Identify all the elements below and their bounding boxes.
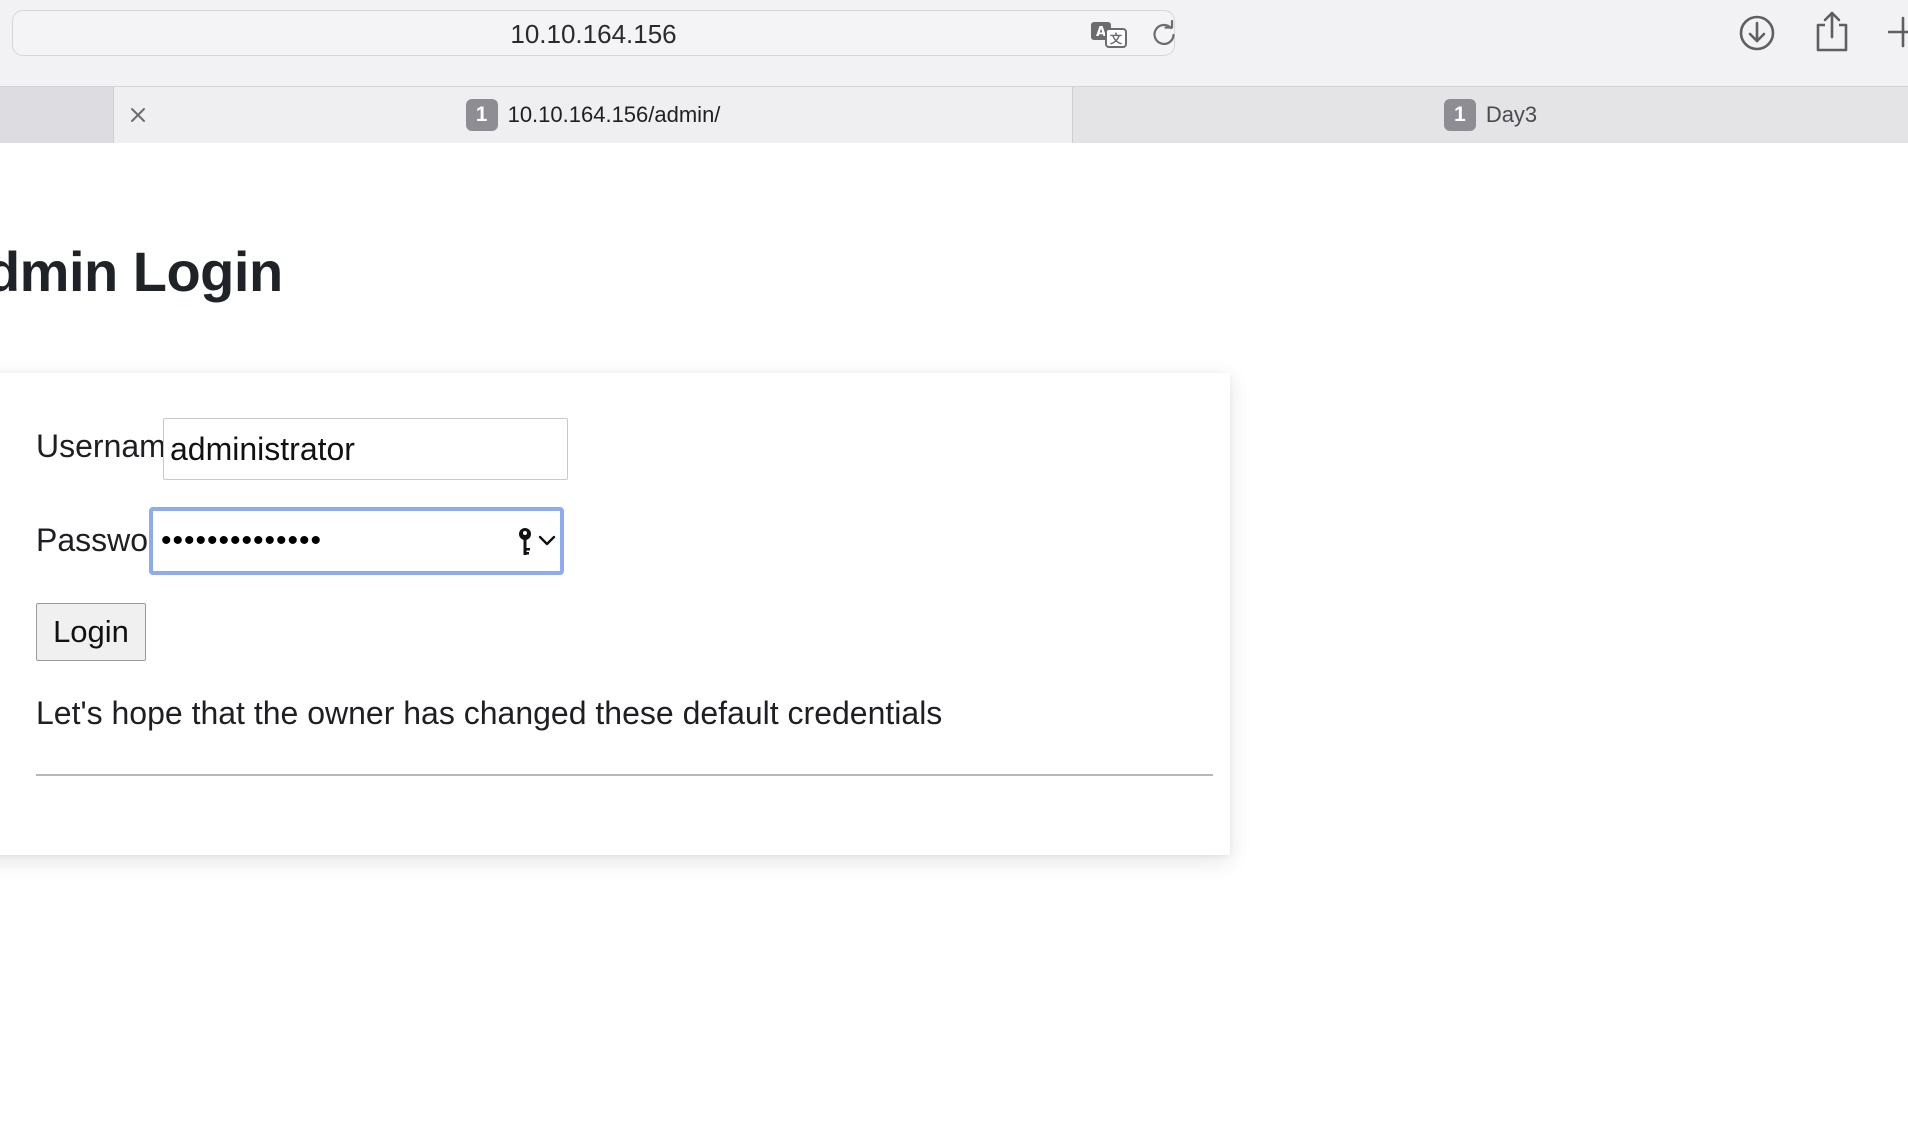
username-input[interactable] (163, 418, 568, 480)
password-mask: •••••••••••••• (161, 524, 323, 557)
tab-title: 10.10.164.156/admin/ (507, 102, 721, 127)
tab-admin[interactable]: 1 10.10.164.156/admin/ (114, 87, 1073, 143)
tab-badge: 1 (465, 99, 498, 131)
address-text[interactable]: 10.10.164.156 (13, 11, 1174, 57)
page-title: Admin Login (0, 240, 283, 303)
tab-previous[interactable] (0, 87, 114, 143)
tab-day3-content: 1 Day3 (1073, 87, 1908, 143)
page-content: Admin Login Username Password ••••••••••… (0, 143, 1908, 1138)
download-icon[interactable] (1738, 14, 1776, 52)
svg-text:文: 文 (1110, 31, 1123, 46)
browser-toolbar: 10.10.164.156 A 文 (0, 0, 1908, 86)
username-label: Username (36, 428, 184, 464)
svg-text:A: A (1096, 25, 1106, 40)
tab-admin-content: 1 10.10.164.156/admin/ (114, 87, 1072, 143)
tab-title: Day3 (1485, 102, 1538, 127)
key-icon[interactable] (515, 527, 535, 557)
divider (36, 774, 1213, 776)
translate-icon[interactable]: A 文 (1089, 19, 1129, 49)
chevron-down-icon[interactable] (537, 533, 557, 549)
login-button[interactable]: Login (36, 603, 146, 661)
tab-day3[interactable]: 1 Day3 (1073, 87, 1908, 143)
hint-text: Let's hope that the owner has changed th… (36, 695, 943, 731)
tab-bar: 1 10.10.164.156/admin/ 1 Day3 (0, 86, 1908, 143)
share-icon[interactable] (1814, 10, 1850, 52)
plus-icon[interactable] (1888, 14, 1908, 50)
address-bar[interactable]: 10.10.164.156 A 文 (12, 10, 1175, 56)
reload-icon[interactable] (1149, 19, 1179, 49)
password-input[interactable]: •••••••••••••• (149, 507, 564, 575)
tab-badge: 1 (1443, 99, 1476, 131)
